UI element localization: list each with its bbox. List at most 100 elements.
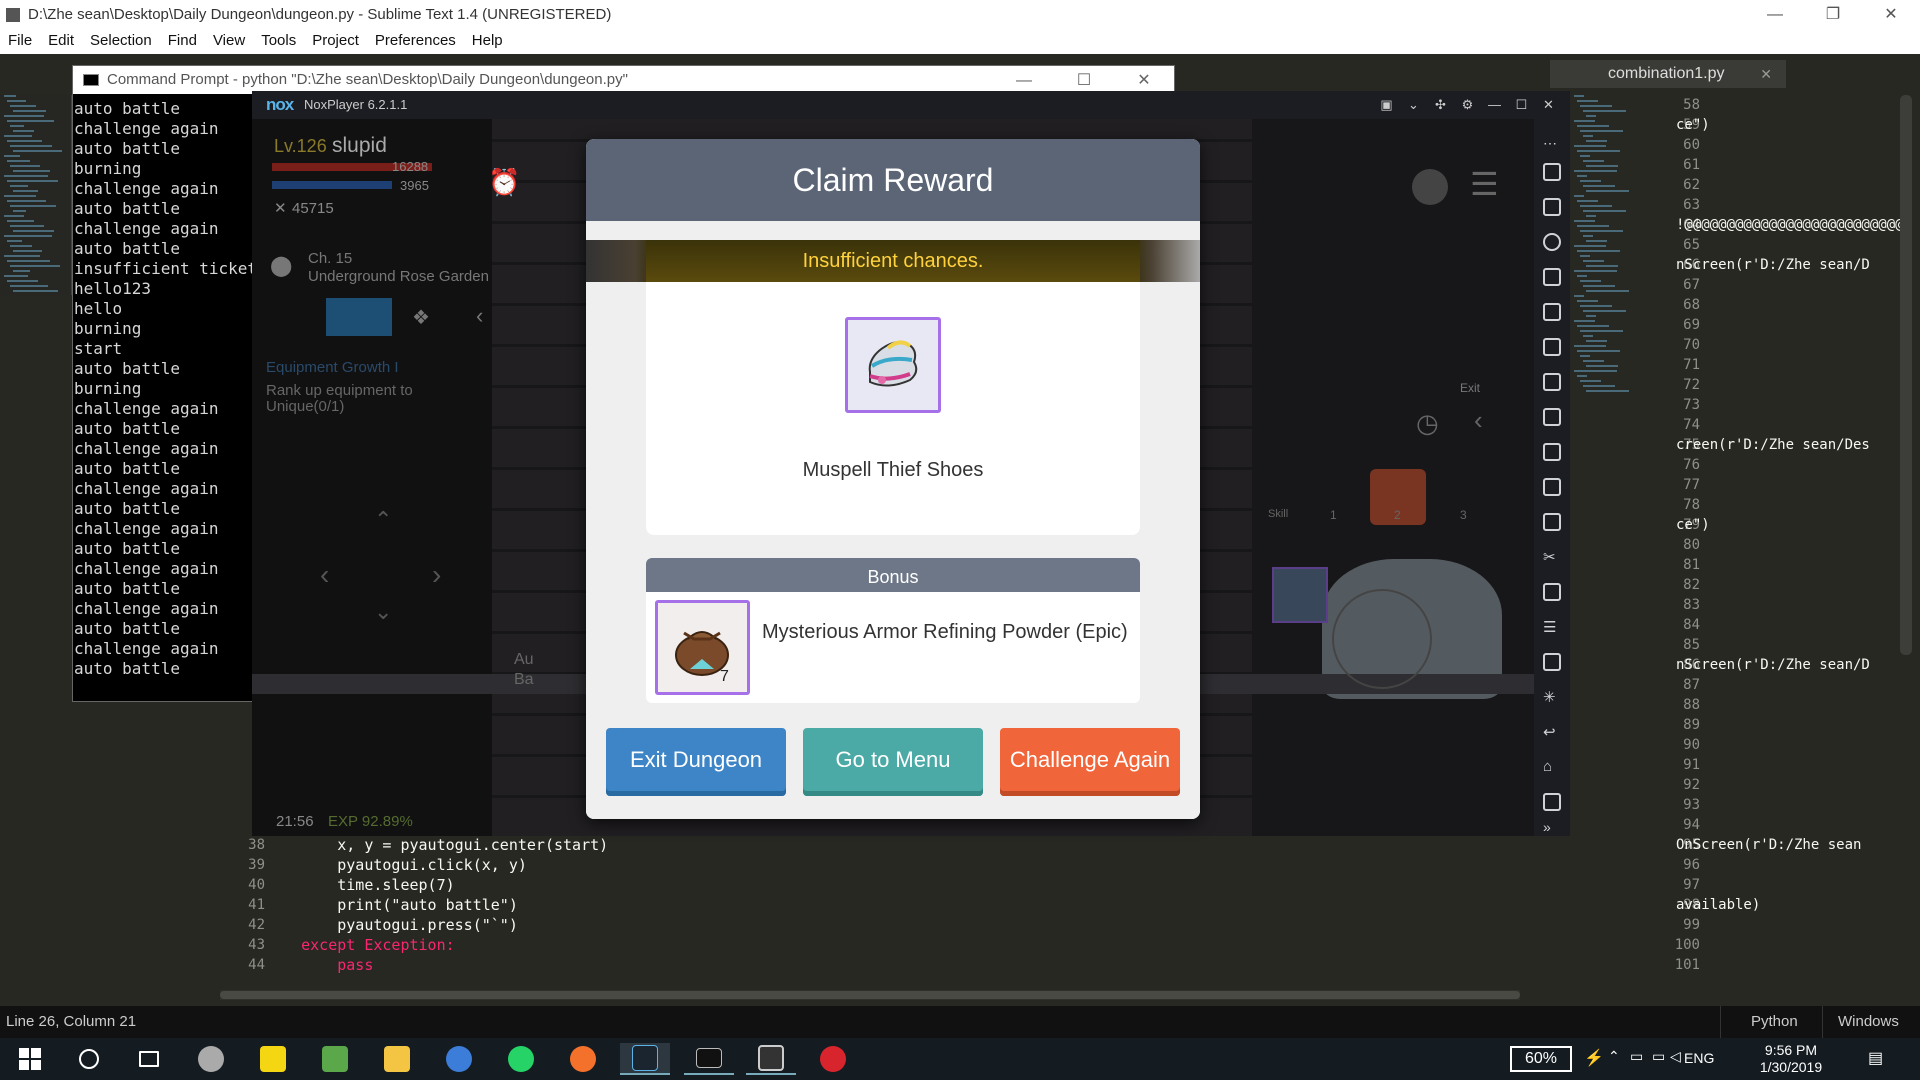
dpad-left-icon[interactable]: ‹ <box>320 559 329 591</box>
menu-icon[interactable]: ☰ <box>1543 618 1561 636</box>
skill-slot-2[interactable]: 2 <box>1394 508 1401 522</box>
close-button[interactable]: ✕ <box>1862 0 1920 30</box>
menu-file[interactable]: File <box>0 30 40 54</box>
menu-view[interactable]: View <box>205 30 253 54</box>
language-indicator[interactable]: ENG <box>1684 1050 1714 1066</box>
start-button[interactable] <box>5 1043 55 1075</box>
attack-button[interactable] <box>1332 589 1432 689</box>
chevron-left-icon[interactable]: ‹ <box>476 303 483 329</box>
skill-label[interactable]: Skill <box>1268 508 1288 520</box>
menu-tools[interactable]: Tools <box>253 30 304 54</box>
home-icon[interactable]: ⌂ <box>1543 758 1561 776</box>
search-button[interactable] <box>64 1043 114 1075</box>
taskbar-app-excel[interactable] <box>310 1043 360 1075</box>
reward-item-slot[interactable] <box>845 317 941 413</box>
toolbox-icon[interactable] <box>1543 443 1561 461</box>
chevron-up-icon[interactable]: ⌃ <box>1608 1048 1620 1065</box>
menu-help[interactable]: Help <box>464 30 511 54</box>
taskbar-app-chrome-alt[interactable] <box>186 1043 236 1075</box>
quest-description[interactable]: Rank up equipment to Unique(0/1) <box>266 383 466 415</box>
map-tab-button[interactable] <box>326 298 392 336</box>
syntax-selector[interactable]: Python <box>1720 1006 1828 1038</box>
taskbar-app-nox[interactable] <box>620 1043 670 1075</box>
pin-icon[interactable]: ✣ <box>1427 91 1454 119</box>
scissors-icon[interactable]: ✂ <box>1543 548 1561 566</box>
taskbar-app-globe[interactable] <box>434 1043 484 1075</box>
bonus-item-slot[interactable] <box>655 600 750 695</box>
taskbar-app-cmd[interactable] <box>684 1043 734 1075</box>
character-avatar[interactable] <box>1412 169 1448 205</box>
volume-up-icon[interactable] <box>1543 373 1561 391</box>
close-tab-icon[interactable]: ✕ <box>1760 60 1772 88</box>
macro-icon[interactable] <box>1543 478 1561 496</box>
volume-down-icon[interactable] <box>1543 408 1561 426</box>
multi-instance-icon[interactable] <box>1543 583 1561 601</box>
dpad-down-icon[interactable]: ⌄ <box>374 599 392 625</box>
battery-icon[interactable]: ▭ <box>1630 1048 1643 1065</box>
taskbar-app-red[interactable] <box>808 1043 858 1075</box>
gear-icon[interactable]: ⚙ <box>1454 91 1481 119</box>
fullscreen-icon[interactable] <box>1543 338 1561 356</box>
apk-icon[interactable] <box>1543 303 1561 321</box>
recent-apps-icon[interactable] <box>1543 793 1561 811</box>
taskbar-app-sticky-notes[interactable] <box>248 1043 298 1075</box>
tab-combination1[interactable]: combination1.py ✕ <box>1550 60 1786 88</box>
clock-icon[interactable]: ◷ <box>1416 408 1439 439</box>
notifications-icon[interactable]: ▤ <box>1868 1048 1883 1068</box>
exit-dungeon-button[interactable]: Exit Dungeon <box>606 728 786 796</box>
clock[interactable]: 9:56 PM 1/30/2019 <box>1746 1042 1836 1076</box>
skill-slot-1[interactable]: 1 <box>1330 508 1337 522</box>
handshake-icon[interactable]: ❖ <box>412 305 430 330</box>
line-endings[interactable]: Windows <box>1822 1006 1914 1038</box>
task-view-button[interactable] <box>124 1043 174 1075</box>
challenge-again-button[interactable]: Challenge Again <box>1000 728 1180 796</box>
minimize-icon[interactable]: — <box>1481 91 1508 119</box>
minimap-left[interactable] <box>0 95 72 295</box>
auto-label[interactable]: Au <box>514 651 534 669</box>
taskbar-app-whatsapp[interactable] <box>496 1043 546 1075</box>
taskbar-app-firefox[interactable] <box>558 1043 608 1075</box>
taskbar-app-window[interactable] <box>746 1043 796 1075</box>
dpad-up-icon[interactable]: ⌃ <box>374 507 392 533</box>
expand-icon[interactable]: » <box>1543 819 1561 837</box>
skill-slot-3[interactable]: 3 <box>1460 508 1467 522</box>
gift-icon[interactable]: ▣ <box>1373 91 1400 119</box>
maximize-icon[interactable]: ☐ <box>1508 91 1535 119</box>
screenshot-icon[interactable] <box>1543 513 1561 531</box>
more-icon[interactable]: ⋯ <box>1543 135 1561 153</box>
menu-selection[interactable]: Selection <box>82 30 160 54</box>
consumable-slot[interactable] <box>1272 567 1328 623</box>
power-icon[interactable]: ⚡ <box>1584 1048 1604 1068</box>
quest-title[interactable]: Equipment Growth I <box>266 359 399 376</box>
vertical-scrollbar[interactable] <box>1900 95 1912 655</box>
chevron-left-icon[interactable]: ‹ <box>1474 405 1483 436</box>
battery-indicator[interactable]: 60% <box>1510 1046 1572 1072</box>
minimize-button[interactable]: — <box>1746 0 1804 30</box>
code-pane-right[interactable]: ce") !@@@@@@@@@@@@@@@@@@@@@@@@@@@@@ nScree… <box>1676 95 1906 995</box>
volume-icon[interactable]: ◁ <box>1670 1048 1681 1065</box>
restore-button[interactable]: ❐ <box>1804 0 1862 30</box>
close-icon[interactable]: ✕ <box>1535 91 1562 119</box>
taskbar-app-explorer[interactable] <box>372 1043 422 1075</box>
menu-find[interactable]: Find <box>160 30 205 54</box>
horizontal-scrollbar[interactable] <box>220 990 1520 1000</box>
resize-icon[interactable] <box>1543 653 1561 671</box>
chevron-down-icon[interactable]: ⌄ <box>1400 91 1427 119</box>
alarm-clock-icon[interactable]: ⏰ <box>488 167 520 198</box>
menu-preferences[interactable]: Preferences <box>367 30 464 54</box>
menu-edit[interactable]: Edit <box>40 30 82 54</box>
auto-label-2[interactable]: Ba <box>514 671 534 689</box>
minimap-right[interactable] <box>1570 95 1640 1000</box>
code-pane-left[interactable]: x, y = pyautogui.center(start) pyautogui… <box>265 835 1515 985</box>
network-icon[interactable]: ▭ <box>1652 1048 1665 1065</box>
dpad-right-icon[interactable]: › <box>432 559 441 591</box>
go-to-menu-button[interactable]: Go to Menu <box>803 728 983 796</box>
location-icon[interactable] <box>1543 233 1561 251</box>
menu-project[interactable]: Project <box>304 30 367 54</box>
back-icon[interactable]: ↩ <box>1543 723 1561 741</box>
hamburger-menu-icon[interactable]: ☰ <box>1470 165 1499 203</box>
exit-label[interactable]: Exit <box>1460 381 1480 395</box>
keyboard-icon[interactable] <box>1543 198 1561 216</box>
loading-icon[interactable]: ✳ <box>1543 688 1561 706</box>
scrollbar-thumb[interactable] <box>220 991 1520 999</box>
